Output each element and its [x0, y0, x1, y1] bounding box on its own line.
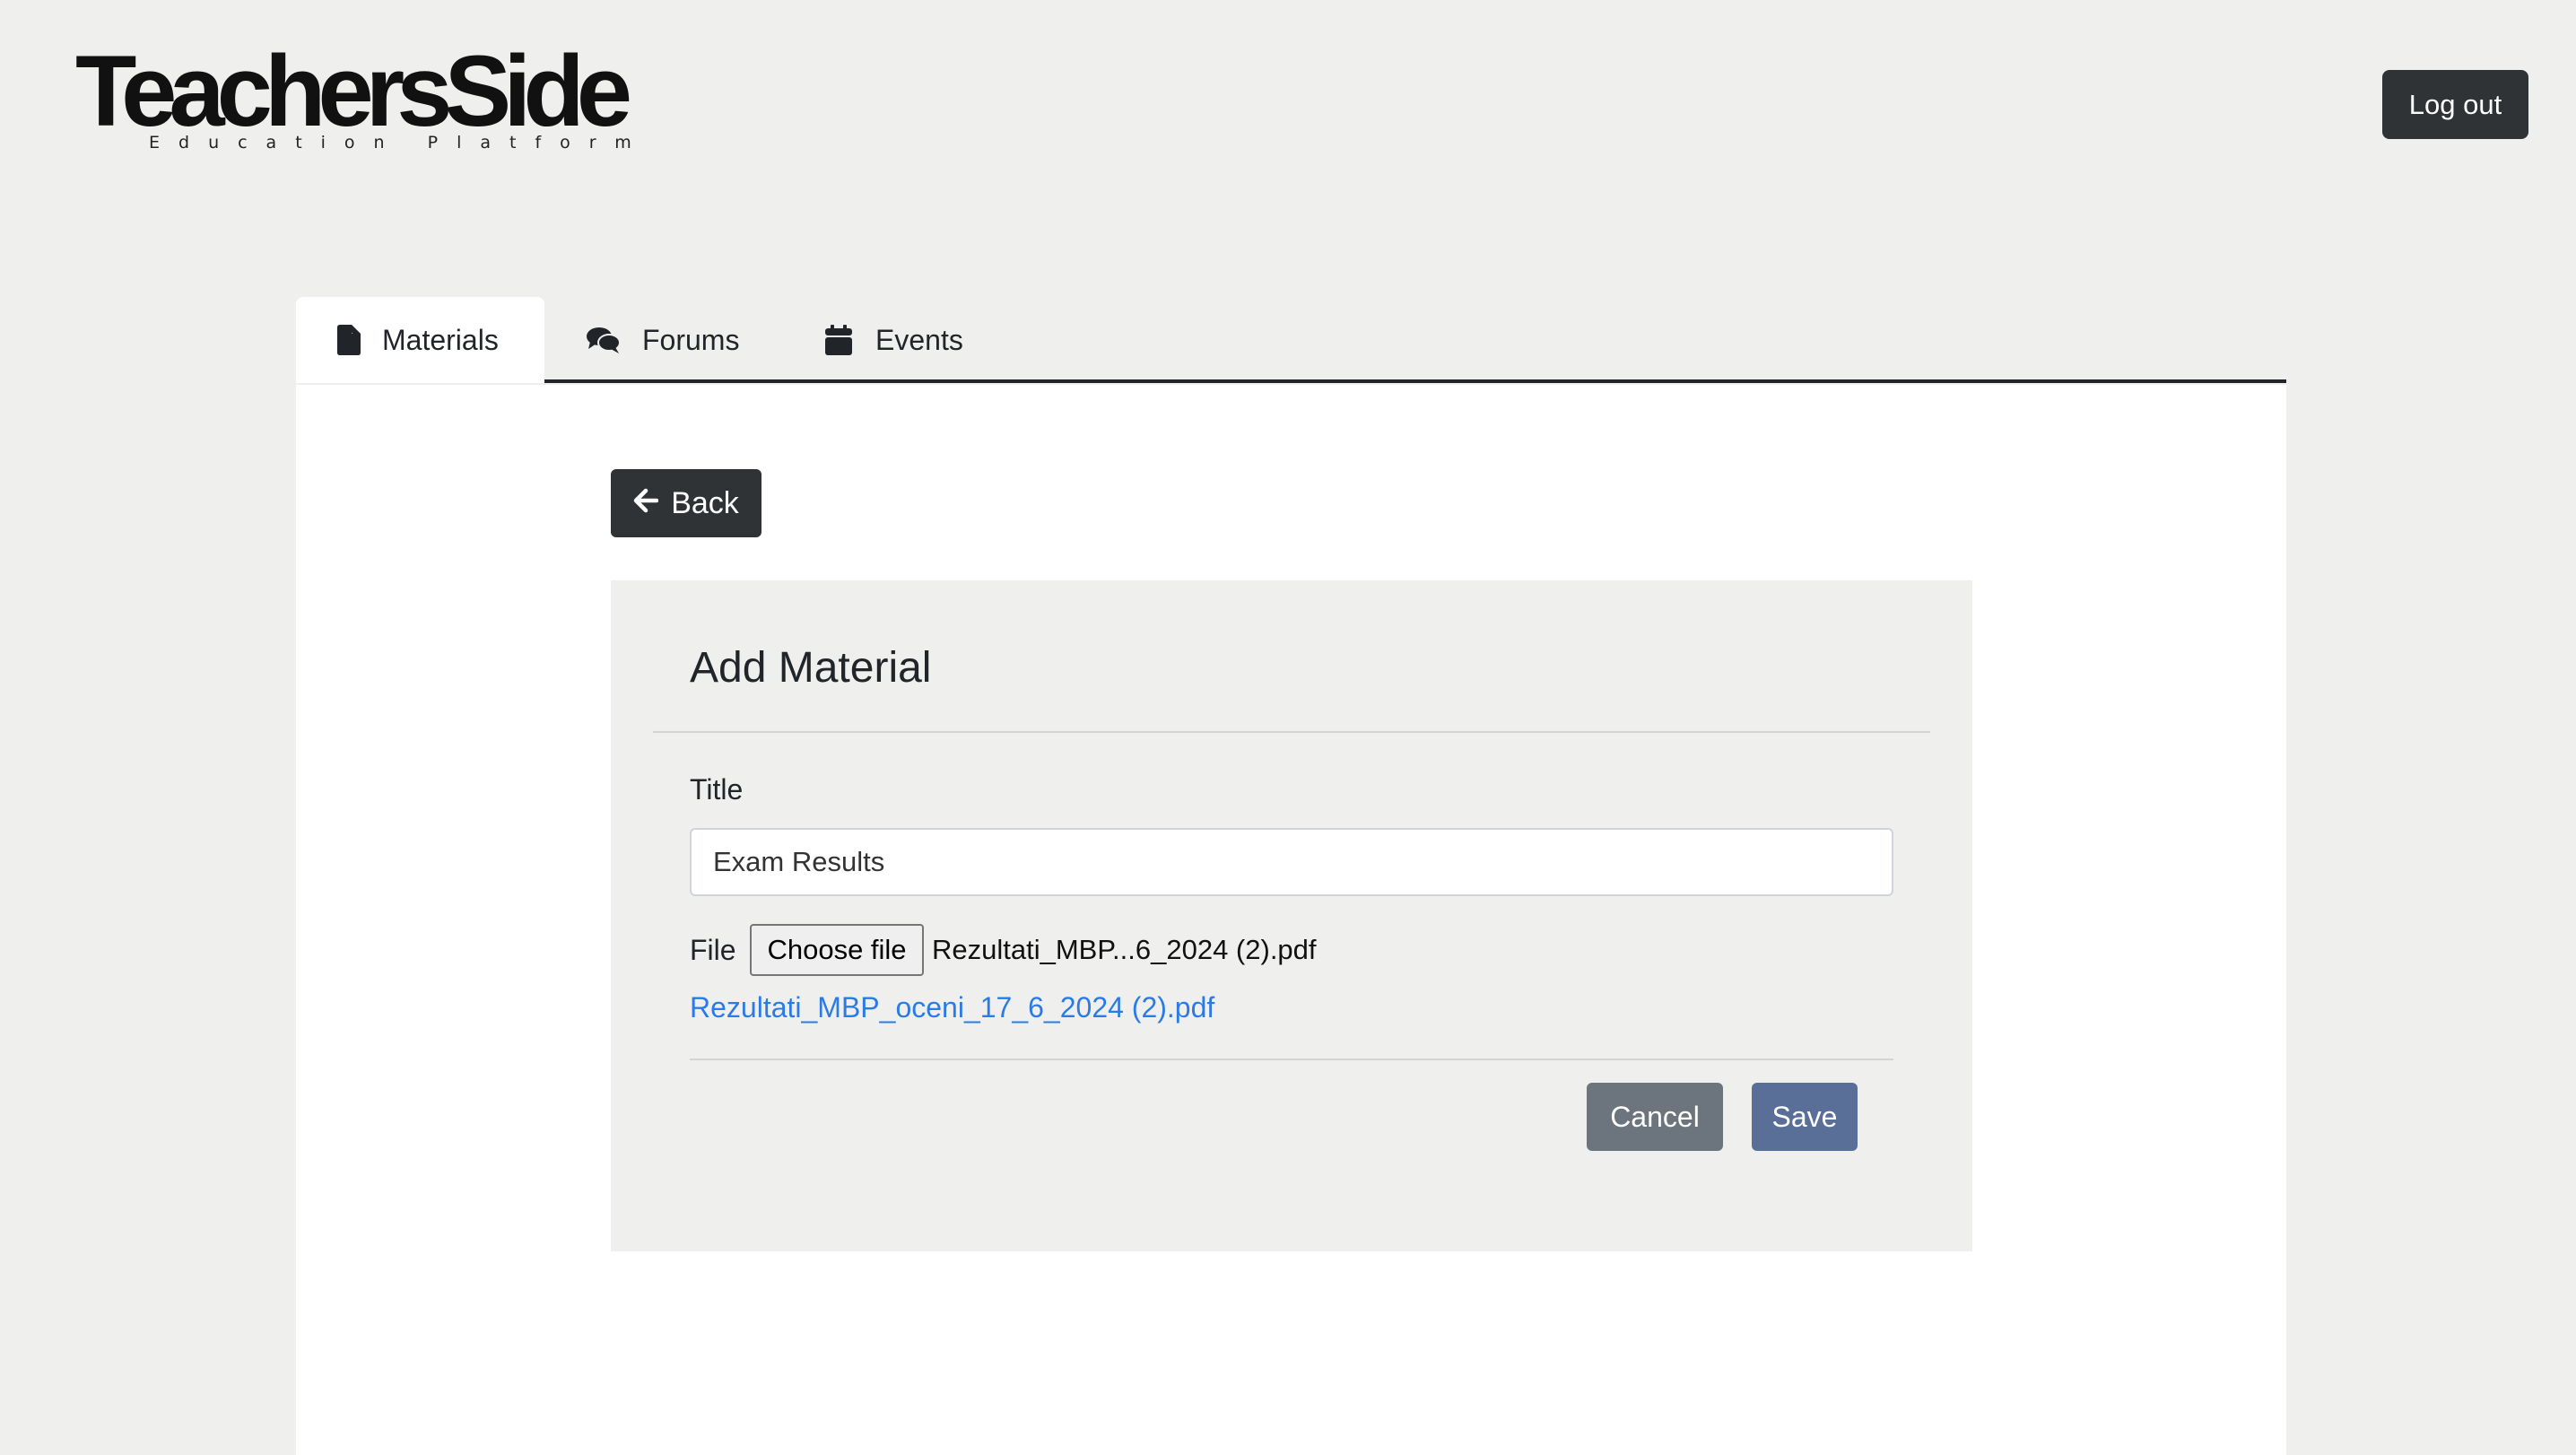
- tab-materials[interactable]: Materials: [296, 297, 544, 383]
- calendar-icon: [825, 325, 852, 355]
- back-button-label: Back: [671, 485, 739, 520]
- add-material-card: Add Material Title File Choose file Rezu…: [611, 580, 1972, 1251]
- choose-file-button[interactable]: Choose file: [750, 924, 924, 976]
- brand-tagline: Education Platform: [149, 133, 650, 152]
- file-label: File: [690, 934, 736, 966]
- chosen-file-name: Rezultati_MBP...6_2024 (2).pdf: [932, 934, 1317, 965]
- tab-bar-underline: [544, 379, 2286, 383]
- tab-forums-label: Forums: [642, 323, 740, 356]
- form-heading: Add Material: [690, 644, 932, 692]
- logout-button[interactable]: Log out: [2382, 70, 2528, 139]
- comments-icon: [587, 326, 621, 354]
- tab-bar: Materials Forums Events: [296, 297, 2286, 385]
- header-divider: [653, 731, 1930, 733]
- tab-materials-label: Materials: [382, 323, 499, 356]
- tab-events[interactable]: Events: [825, 297, 987, 383]
- file-icon: [337, 325, 361, 355]
- page: TeachersSide Education Platform Log out …: [0, 0, 2576, 1455]
- tab-forums[interactable]: Forums: [587, 297, 748, 383]
- save-button[interactable]: Save: [1752, 1083, 1858, 1151]
- title-label: Title: [690, 773, 744, 806]
- existing-file-link[interactable]: Rezultati_MBP_oceni_17_6_2024 (2).pdf: [690, 991, 1214, 1024]
- brand-name: TeachersSide: [75, 35, 632, 147]
- arrow-left-icon: [633, 486, 671, 521]
- brand-logo[interactable]: TeachersSide Education Platform: [75, 38, 632, 163]
- back-button[interactable]: Back: [611, 469, 761, 537]
- cancel-button[interactable]: Cancel: [1587, 1083, 1723, 1151]
- tab-events-label: Events: [875, 323, 963, 356]
- footer-divider: [690, 1059, 1893, 1060]
- title-input[interactable]: [690, 828, 1893, 896]
